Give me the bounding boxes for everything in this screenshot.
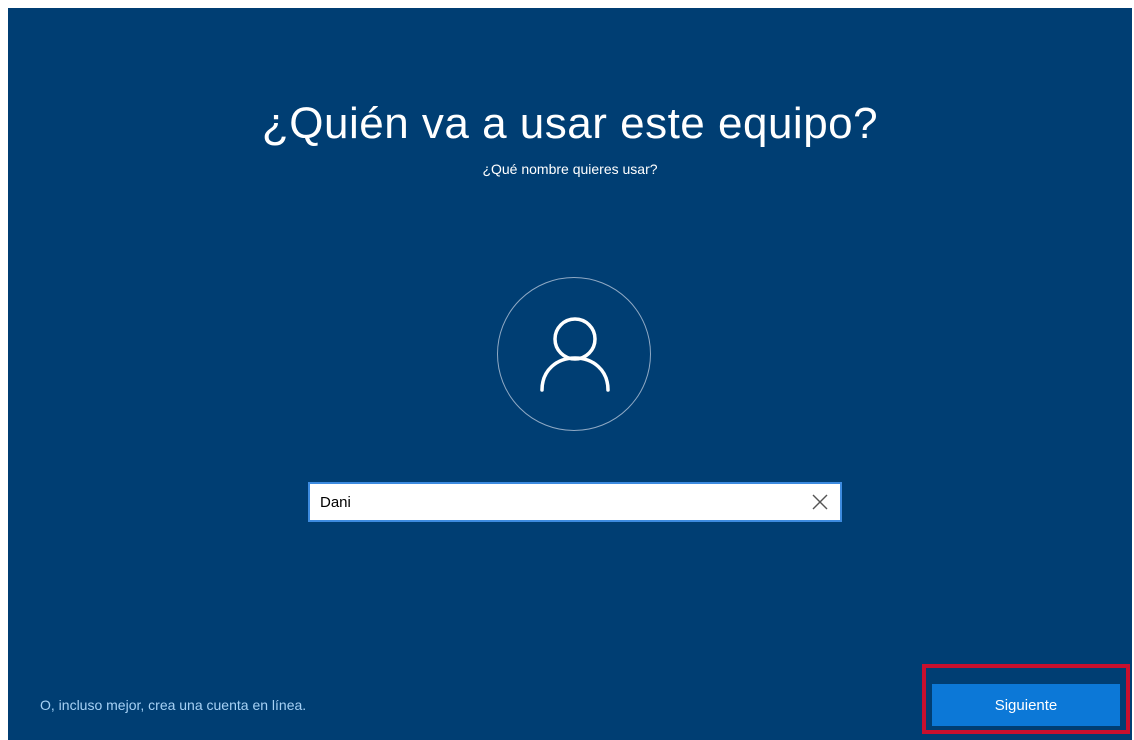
next-button[interactable]: Siguiente (932, 684, 1120, 726)
page-subtitle: ¿Qué nombre quieres usar? (482, 161, 658, 177)
page-title: ¿Quién va a usar este equipo? (261, 99, 879, 148)
oobe-screen: ¿Quién va a usar este equipo? ¿Qué nombr… (8, 8, 1132, 740)
clear-input-button[interactable] (810, 492, 830, 512)
name-field[interactable] (308, 482, 842, 522)
close-icon (812, 494, 828, 510)
create-online-account-link[interactable]: O, incluso mejor, crea una cuenta en lín… (40, 696, 306, 714)
avatar (497, 277, 651, 431)
user-icon (540, 317, 610, 392)
name-input[interactable] (320, 484, 800, 520)
